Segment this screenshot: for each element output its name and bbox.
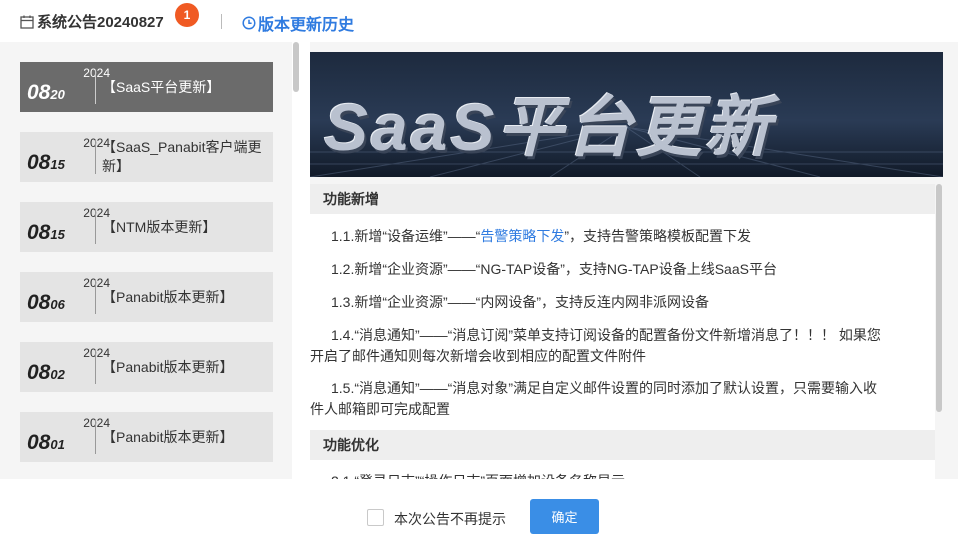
item-divider — [95, 350, 96, 384]
item-date: 0820 — [27, 81, 65, 104]
announcement-item-0[interactable]: 2024 0820 【SaaS平台更新】 — [20, 62, 273, 112]
item-label: 【SaaS平台更新】 — [102, 78, 221, 95]
announcement-item-2[interactable]: 2024 0815 【NTM版本更新】 — [20, 202, 273, 252]
confirm-button[interactable]: 确定 — [530, 499, 599, 534]
item-date: 0802 — [27, 361, 65, 384]
content-item-5: 1.5.“消息通知”——“消息对象”满足自定义邮件设置的同时添加了默认设置，只需… — [310, 380, 877, 417]
version-history-label: 版本更新历史 — [258, 17, 355, 34]
list-scrollbar-thumb[interactable] — [293, 42, 299, 92]
announcement-item-5[interactable]: 2024 0801 【Panabit版本更新】 — [20, 412, 273, 462]
unread-count-badge: 1 — [175, 3, 199, 27]
item-divider — [95, 420, 96, 454]
announcement-banner: SaaS平台更新 — [310, 52, 943, 177]
item-label: 【Panabit版本更新】 — [102, 428, 234, 445]
content-item-6: 2.1.“登录日志”“操作日志”页面增加设备名称显示 — [310, 471, 928, 479]
banner-title: SaaS平台更新 — [324, 90, 774, 164]
calendar-icon — [20, 15, 34, 29]
dialog-header: 系统公告20240827 1 版本更新历史 — [0, 0, 958, 42]
clock-icon — [242, 16, 256, 30]
content-item-3: 1.3.新增“企业资源”——“内网设备”，支持反连内网非派网设备 — [331, 294, 709, 310]
item-divider — [95, 140, 96, 174]
announcement-list: 2024 0820 【SaaS平台更新】 2024 0815 【SaaS_Pan… — [0, 42, 292, 479]
announcement-content: 功能新增 1.1.新增“设备运维”——“告警策略下发”，支持告警策略模板配置下发… — [310, 184, 935, 479]
dialog-footer: 本次公告不再提示 确定 — [0, 479, 958, 555]
content-scrollbar-thumb[interactable] — [936, 184, 942, 412]
item-date: 0815 — [27, 151, 65, 174]
announcement-item-1[interactable]: 2024 0815 【SaaS_Panabit客户端更新】 — [20, 132, 273, 182]
content-item-1: 1.1.新增“设备运维”——“告警策略下发”，支持告警策略模板配置下发 — [331, 228, 752, 244]
alert-policy-link[interactable]: 告警策略下发 — [480, 228, 564, 244]
item-divider — [95, 210, 96, 244]
announcement-title: 系统公告20240827 — [20, 11, 164, 32]
item-label: 【SaaS_Panabit客户端更新】 — [102, 139, 262, 174]
content-item-4: 1.4.“消息通知”——“消息订阅”菜单支持订阅设备的配置备份文件新增消息了！！… — [310, 327, 881, 364]
version-history-link[interactable]: 版本更新历史 — [242, 11, 354, 35]
item-label: 【NTM版本更新】 — [102, 218, 217, 235]
item-label: 【Panabit版本更新】 — [102, 288, 234, 305]
panel-gap — [300, 42, 310, 479]
item-label: 【Panabit版本更新】 — [102, 358, 234, 375]
item-date: 0815 — [27, 221, 65, 244]
list-scrollbar[interactable] — [292, 42, 300, 479]
content-scrollbar[interactable] — [935, 184, 943, 479]
header-divider — [221, 14, 222, 29]
announcement-dialog: 系统公告20240827 1 版本更新历史 2024 0820 【SaaS平台更… — [0, 0, 958, 555]
item-divider — [95, 280, 96, 314]
announcement-item-3[interactable]: 2024 0806 【Panabit版本更新】 — [20, 272, 273, 322]
item-date: 0801 — [27, 431, 65, 454]
item-divider — [95, 70, 96, 104]
content-item-2: 1.2.新增“企业资源”——“NG-TAP设备”，支持NG-TAP设备上线Saa… — [331, 261, 777, 277]
announcement-title-text: 系统公告20240827 — [37, 14, 164, 31]
section-title-optimizations: 功能优化 — [310, 430, 935, 460]
section-title-new-features: 功能新增 — [310, 184, 935, 214]
announcement-item-4[interactable]: 2024 0802 【Panabit版本更新】 — [20, 342, 273, 392]
announcement-detail: SaaS平台更新 功能新增 1.1.新增“设备运维”——“告警策略下发”，支持告… — [310, 42, 958, 479]
dont-show-again-checkbox[interactable] — [367, 509, 384, 526]
dont-show-again-label[interactable]: 本次公告不再提示 — [394, 509, 506, 529]
item-date: 0806 — [27, 291, 65, 314]
